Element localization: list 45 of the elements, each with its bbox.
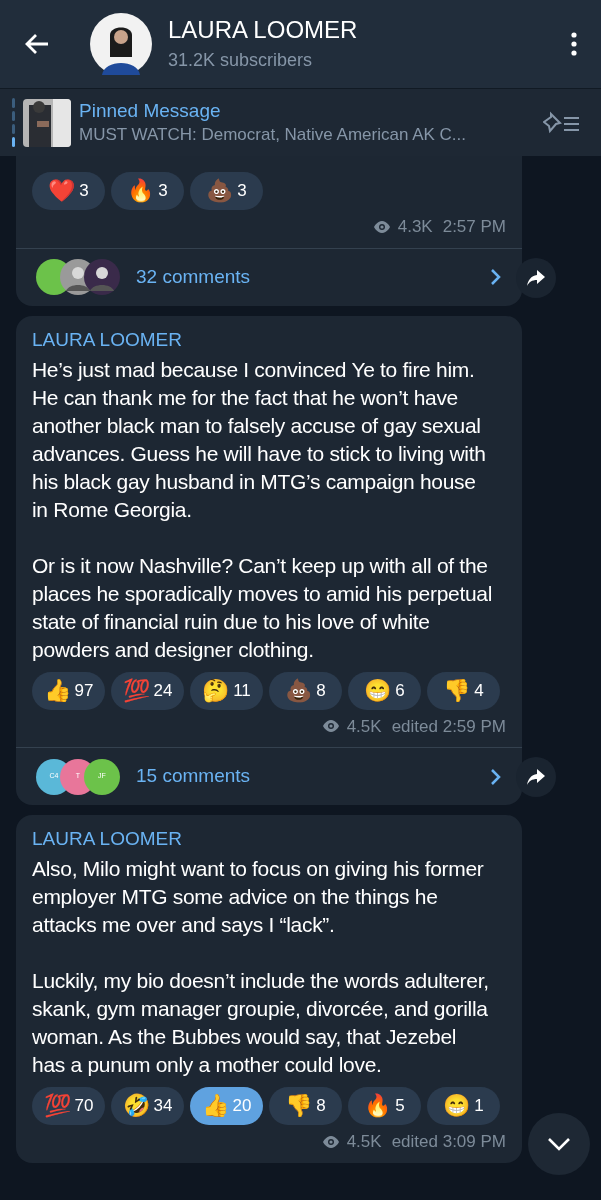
view-count: 4.5K: [346, 1131, 382, 1153]
message-time: edited 3:09 PM: [391, 1131, 506, 1153]
reaction-chip[interactable]: 💯 24: [111, 671, 184, 710]
reaction-chip[interactable]: 😁 6: [348, 671, 421, 710]
channel-title: LAURA LOOMER: [168, 16, 359, 44]
message-time: 2:57 PM: [442, 216, 506, 238]
chevron-right-icon: [490, 767, 502, 786]
reaction-chip[interactable]: 👍 97: [32, 671, 105, 710]
chevron-down-icon: [547, 1137, 571, 1151]
pin-list-icon[interactable]: [543, 110, 581, 135]
reaction-chip[interactable]: 🤣 34: [111, 1087, 184, 1125]
reaction-chip[interactable]: 🔥 3: [111, 172, 184, 210]
reaction-chip[interactable]: 💩 3: [190, 172, 263, 210]
channel-avatar[interactable]: [90, 13, 152, 75]
message-time: edited 2:59 PM: [391, 715, 506, 738]
reaction-chip[interactable]: 😁 1: [427, 1087, 500, 1125]
eye-icon: [320, 719, 341, 734]
message-text: Also, Milo might want to focus on giving his former employer MTG some advice on the things he attacks me over and says I “lack”. Luckily, my bio doesn’t include the words adulterer, skank, gym manager groupie, divorcée, and gorilla woman. As the Bubbes would say, that Jezebel has a punum only a mother could love.: [32, 856, 490, 1078]
chevron-right-icon: [490, 268, 502, 286]
view-count: 4.3K: [397, 216, 433, 238]
eye-icon: [371, 219, 392, 234]
back-arrow-icon[interactable]: [24, 33, 50, 55]
share-arrow-icon: [526, 768, 546, 786]
share-button[interactable]: [516, 757, 556, 797]
author-name: LAURA LOOMER: [32, 827, 183, 851]
subscriber-count: 31.2K subscribers: [168, 49, 314, 72]
reaction-chip[interactable]: 👎 8: [269, 1087, 342, 1125]
comments-link[interactable]: 15 comments: [136, 762, 490, 791]
share-button[interactable]: [516, 257, 556, 298]
pinned-text: MUST WATCH: Democrat, Native American AK C...: [79, 123, 467, 146]
reaction-chip[interactable]: 👎 4: [427, 671, 500, 710]
reaction-chip[interactable]: 🔥 5: [348, 1087, 421, 1125]
pinned-title: Pinned Message: [79, 98, 222, 123]
eye-icon: [320, 1134, 341, 1149]
author-name: LAURA LOOMER: [32, 327, 183, 352]
more-options-icon[interactable]: [571, 32, 577, 56]
comments-link[interactable]: 32 comments: [136, 262, 490, 292]
message-text: He’s just mad because I convinced Ye to fire him. He can thank me for the fact that he won’t have another black man to falsely accuse of gay sexual advances. Guess he will have to stick to living with his black gay husband in MTG’s campaign house in Rome Georgia. Or is it now Nashville? Can’t keep up with all of the places he sporadically moves to amid his perpetual state of financial ruin due to his love of white powders and designer clothing.: [32, 356, 494, 663]
pinned-message-bar[interactable]: Pinned Message MUST WATCH: Democrat, Native American AK C...: [0, 88, 601, 156]
reaction-chip[interactable]: 💯 70: [32, 1087, 105, 1125]
reaction-chip[interactable]: 🤔 11: [190, 671, 263, 710]
reaction-chip[interactable]: 💩 8: [269, 671, 342, 710]
view-count: 4.5K: [346, 715, 382, 738]
reaction-chip[interactable]: ❤ 3: [32, 172, 105, 210]
share-arrow-icon: [526, 268, 546, 287]
